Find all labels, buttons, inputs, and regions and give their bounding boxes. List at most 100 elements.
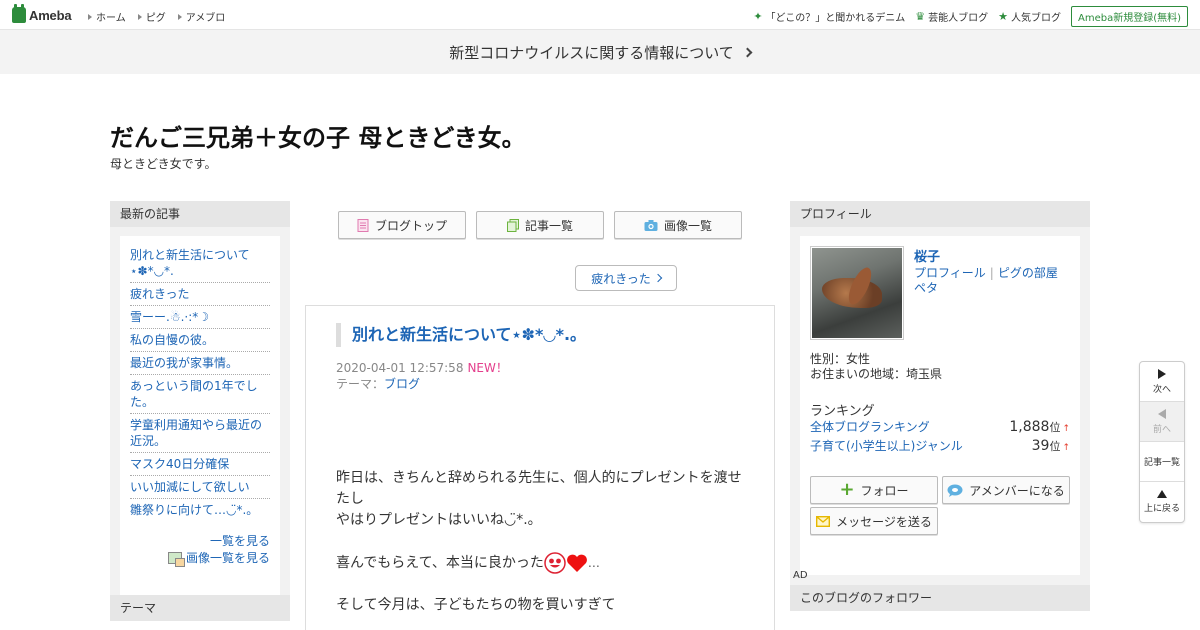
prev-label: 前へ [1152, 424, 1171, 435]
blog-title[interactable]: だんご三兄弟＋女の子 母ときどき女。 [110, 118, 526, 153]
popular-blog-link[interactable]: ★ 人気ブログ [998, 9, 1061, 24]
nav-home[interactable]: ホーム [88, 9, 126, 24]
recent-entry[interactable]: 学童利用通知やら最近の近況。 [130, 414, 270, 453]
heart-icon [566, 554, 587, 572]
envelope-icon [816, 515, 831, 527]
article-theme-row: テーマ：ブログ [336, 375, 420, 392]
recent-entry[interactable]: あっという間の1年でした。 [130, 375, 270, 414]
peta-link[interactable]: ペタ [914, 281, 938, 295]
followers-heading: このブログのフォロワー [790, 585, 1090, 611]
profile-links: プロフィール | ピグの部屋 ペタ [914, 266, 1084, 296]
article-body: 昨日は、きちんと辞められる先生に、個人的にプレゼントを渡せたし やはりプレゼント… [336, 468, 751, 630]
recent-entry-link[interactable]: いい加減にして欲しい [130, 480, 250, 494]
genre-ranking-link[interactable]: 子育て(小学生以上)ジャンル [810, 437, 963, 454]
recent-entry-link[interactable]: 雪ーー.☃.·:*☽ [130, 310, 209, 324]
recent-entry-link[interactable]: 疲れきった [130, 287, 190, 301]
recent-entry[interactable]: マスク40日分確保 [130, 453, 270, 476]
image-list-icon [167, 551, 185, 567]
rank-unit: 位 [1049, 421, 1061, 434]
follow-button[interactable]: + フォロー [810, 476, 938, 504]
recent-entries-list: 別れと新生活について⋆✽*◡*. 疲れきった 雪ーー.☃.·:*☽ 私の自慢の彼… [120, 236, 280, 601]
ranking-row: 全体ブログランキング 1,888位 ↑ [810, 418, 1070, 435]
denim-link-label: 「どこの？」と聞かれるデニム [765, 13, 906, 24]
recent-entry-link[interactable]: 雛祭りに向けて…◡̈*.。 [130, 503, 258, 517]
prev-article-button[interactable]: 前へ [1140, 402, 1184, 442]
recent-entry-link[interactable]: 別れと新生活について⋆✽*◡*. [130, 248, 250, 278]
nav-pigg[interactable]: ピグ [138, 9, 166, 24]
image-list-button[interactable]: 画像一覧 [614, 211, 742, 239]
blog-top-button[interactable]: ブログトップ [338, 211, 466, 239]
article-paragraph: 喜んでもらえて、本当に良かった [336, 555, 544, 571]
recent-entry[interactable]: 私の自慢の彼。 [130, 329, 270, 352]
recent-entry[interactable]: 雪ーー.☃.·:*☽ [130, 306, 270, 329]
profile-link[interactable]: プロフィール [914, 266, 986, 280]
recent-entry[interactable]: いい加減にして欲しい [130, 476, 270, 499]
celebrity-blog-link[interactable]: ♛ 芸能人ブログ [915, 9, 988, 24]
overall-ranking-value: 1,888位 ↑ [1009, 419, 1070, 435]
denim-link[interactable]: ✦ 「どこの？」と聞かれるデニム [753, 9, 905, 24]
article-list-side-label: 記事一覧 [1143, 458, 1180, 468]
blog-top-label: ブログトップ [374, 218, 447, 233]
smiley-emoji-icon [544, 552, 566, 574]
left-sidebar: 最新の記事 別れと新生活について⋆✽*◡*. 疲れきった 雪ーー.☃.·:*☽ … [110, 201, 290, 611]
recent-entry-link[interactable]: 私の自慢の彼。 [130, 333, 214, 347]
article-paragraph: やはりプレゼントはいいね◡̈*.。 [336, 512, 542, 528]
recent-entry-link[interactable]: 最近の我が家事情。 [130, 356, 238, 370]
top-bar: Ameba ホーム ピグ アメブロ ✦ 「どこの？」と聞かれるデニム ♛ 芸能人ブロ… [0, 0, 1200, 30]
profile-area: お住まいの地域：埼玉県 [810, 367, 943, 381]
chevron-right-icon [742, 47, 753, 57]
article-title[interactable]: 別れと新生活について⋆✽*◡*.。 [336, 323, 586, 347]
link-separator: | [989, 266, 994, 280]
avatar[interactable] [810, 246, 904, 340]
crown-icon: ♛ [915, 10, 926, 23]
message-button[interactable]: メッセージを送る [810, 507, 938, 535]
previous-article-button[interactable]: 疲れきった [575, 265, 677, 291]
star-icon: ★ [998, 10, 1008, 23]
recent-entry[interactable]: 最近の我が家事情。 [130, 352, 270, 375]
overall-ranking-link[interactable]: 全体ブログランキング [810, 418, 930, 435]
avatar-image [812, 248, 902, 338]
chevron-right-icon [653, 273, 663, 283]
recent-entry[interactable]: 疲れきった [130, 283, 270, 306]
rank-up-arrow-icon: ↑ [1062, 424, 1070, 434]
image-list-label: 画像一覧 [663, 218, 712, 233]
recent-entry[interactable]: 雛祭りに向けて…◡̈*.。 [130, 499, 270, 521]
genre-ranking-value: 39位 ↑ [1032, 438, 1070, 454]
amember-button[interactable]: アメンバーになる [942, 476, 1070, 504]
ameba-logo-icon [12, 4, 26, 23]
nav-ameblo[interactable]: アメブロ [178, 9, 226, 24]
profile-box: 桜子 プロフィール | ピグの部屋 ペタ 性別：女性 お住まいの地域：埼玉県 ランキ… [790, 227, 1090, 585]
right-sidebar: プロフィール 桜子 プロフィール | ピグの部屋 ペタ 性別：女性 お住まいの地域：… [790, 201, 1090, 585]
ad-label: AD [793, 570, 808, 581]
see-all-link[interactable]: 一覧を見る [210, 534, 270, 548]
plus-icon: + [839, 479, 855, 500]
arrow-up-icon [1157, 490, 1167, 498]
blog-description: 母ときどき女です。 [110, 157, 217, 171]
profile-heading: プロフィール [790, 201, 1090, 227]
sparkle-icon: ✦ [753, 10, 763, 23]
recent-entry-link[interactable]: マスク40日分確保 [130, 457, 229, 471]
pigg-room-link[interactable]: ピグの部屋 [998, 266, 1058, 280]
recent-entry-link[interactable]: 学童利用通知やら最近の近況。 [130, 418, 262, 448]
article-date: 2020-04-01 12:57:58 [336, 361, 464, 375]
message-label: メッセージを送る [836, 514, 932, 529]
notice-text: 新型コロナウイルスに関する情報について [449, 43, 734, 62]
back-to-top-button[interactable]: 上に戻る [1140, 482, 1184, 522]
covid-notice-banner[interactable]: 新型コロナウイルスに関する情報について [0, 30, 1200, 74]
logo-text: Ameba [29, 7, 72, 23]
profile-name[interactable]: 桜子 [914, 246, 940, 265]
rank-number: 39 [1031, 438, 1050, 454]
register-button[interactable]: Ameba新規登録(無料) [1070, 6, 1188, 27]
rank-up-arrow-icon: ↑ [1062, 443, 1070, 453]
amember-label: アメンバーになる [969, 483, 1065, 498]
article-theme-link[interactable]: ブログ [384, 377, 420, 391]
side-article-list-button[interactable]: 記事一覧 [1140, 442, 1184, 482]
recent-entry[interactable]: 別れと新生活について⋆✽*◡*. [130, 244, 270, 283]
see-all-row: 一覧を見る [130, 533, 270, 549]
theme-heading: テーマ [110, 595, 290, 621]
recent-entry-link[interactable]: あっという間の1年でした。 [130, 379, 258, 409]
article-list-button[interactable]: 記事一覧 [476, 211, 604, 239]
next-article-button[interactable]: 次へ [1140, 362, 1184, 402]
ameba-logo[interactable]: Ameba [12, 4, 72, 24]
image-list-link[interactable]: 画像一覧を見る [186, 549, 270, 566]
